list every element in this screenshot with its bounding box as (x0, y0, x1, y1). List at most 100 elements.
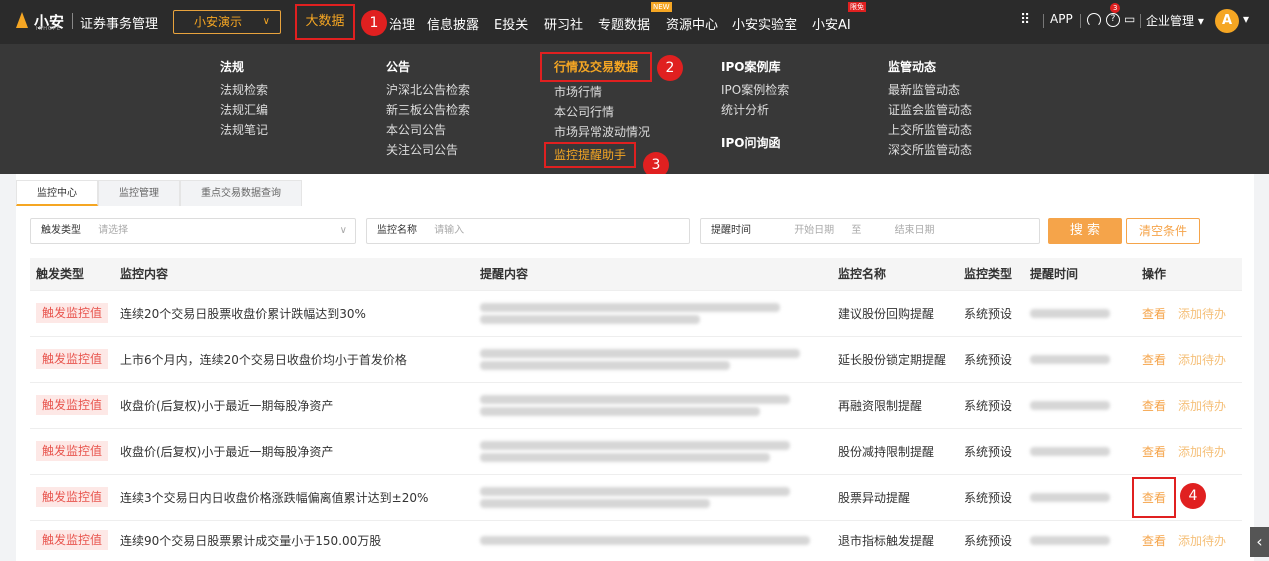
add-todo-link[interactable]: 添加待办 (1178, 534, 1226, 548)
logo-mark-icon (14, 10, 30, 32)
table-row: 触发监控值 连续90个交易日股票累计成交量小于150.00万股 退市指标触发提醒… (30, 519, 1242, 560)
monitor-type: 系统预设 (958, 381, 1024, 428)
search-button[interactable]: 搜 索 (1048, 218, 1122, 244)
start-date-input[interactable]: 开始日期 (794, 225, 834, 236)
column-header: 提醒内容 (474, 258, 832, 290)
view-link[interactable]: 查看 (1142, 445, 1166, 459)
nav-item-resource-center[interactable]: 资源中心 (666, 14, 718, 33)
trigger-tag: 触发监控值 (36, 530, 109, 551)
monitor-name-input[interactable]: 监控名称 请输入 (366, 218, 690, 244)
remind-time-blurred (1024, 381, 1136, 428)
field-label: 触发类型 (41, 225, 81, 236)
view-link[interactable]: 查看 (1142, 307, 1166, 321)
chevron-down-icon: ∨ (339, 225, 347, 236)
menu-link-monitor-assistant[interactable]: 监控提醒助手 (544, 142, 636, 168)
logo-subtext: INHOPE (36, 26, 62, 32)
add-todo-link[interactable]: 添加待办 (1178, 445, 1226, 459)
nav-item-investor-relations[interactable]: E投关 (494, 14, 528, 33)
trigger-tag: 触发监控值 (36, 395, 109, 415)
top-bar: 小安 INHOPE 证券事务管理 小安演示 ∨ 大数据 1 治理 信息披露 E投… (0, 0, 1269, 44)
nav-item-disclosure[interactable]: 信息披露 (427, 14, 479, 33)
avatar[interactable]: A (1215, 9, 1239, 33)
view-link[interactable]: 查看 (1142, 534, 1166, 548)
menu-column-ipo: IPO案例库 IPO案例检索 统计分析 IPO问询函 (721, 54, 789, 156)
step-marker-4: 4 (1180, 483, 1207, 509)
remind-content-blurred (474, 381, 832, 428)
new-badge: NEW (651, 2, 672, 12)
divider (1080, 14, 1081, 28)
main-content: 监控中心 监控管理 重点交易数据查询 触发类型 请选择 ∨ 监控名称 请输入 提… (16, 174, 1254, 561)
nav-item-big-data[interactable]: 大数据 (295, 4, 355, 40)
divider (72, 13, 73, 29)
menu-link[interactable]: 上交所监管动态 (888, 120, 972, 140)
view-link[interactable]: 查看 (1142, 353, 1166, 367)
add-todo-link[interactable]: 添加待办 (1178, 353, 1226, 367)
app-link[interactable]: APP (1050, 12, 1073, 26)
column-header: 监控内容 (114, 258, 474, 290)
menu-link[interactable]: 沪深北公告检索 (386, 80, 470, 100)
monitor-type: 系统预设 (958, 289, 1024, 336)
remind-time-range[interactable]: 提醒时间 开始日期 至 结束日期 (700, 218, 1040, 244)
column-header: 监控名称 (832, 258, 958, 290)
monitor-name: 延长股份锁定期提醒 (832, 335, 958, 382)
menu-link[interactable]: 市场异常波动情况 (554, 122, 652, 142)
table-row: 触发监控值 上市6个月内，连续20个交易日收盘价均小于首发价格 延长股份锁定期提… (30, 335, 1242, 382)
end-date-input[interactable]: 结束日期 (895, 225, 935, 236)
nav-item-lab[interactable]: 小安实验室 (732, 14, 797, 33)
menu-link[interactable]: 本公司公告 (386, 120, 470, 140)
menu-column-regulatory-news: 监管动态 最新监管动态 证监会监管动态 上交所监管动态 深交所监管动态 (888, 54, 972, 160)
monitor-type: 系统预设 (958, 473, 1024, 520)
monitor-name: 再融资限制提醒 (832, 381, 958, 428)
menu-link[interactable]: 统计分析 (721, 100, 789, 120)
tab-monitor-management[interactable]: 监控管理 (98, 180, 180, 206)
message-icon[interactable]: ▭ (1124, 12, 1135, 26)
nav-item-governance[interactable]: 治理 (389, 14, 415, 33)
avatar-chevron-icon[interactable]: ▾ (1243, 12, 1249, 26)
menu-link[interactable]: 最新监管动态 (888, 80, 972, 100)
remind-content-blurred (474, 427, 832, 474)
headset-icon[interactable] (1087, 13, 1101, 27)
menu-link[interactable]: IPO案例检索 (721, 80, 789, 100)
menu-link[interactable]: 深交所监管动态 (888, 140, 972, 160)
step-marker-1: 1 (361, 10, 387, 36)
menu-link[interactable]: 法规检索 (220, 80, 268, 100)
menu-heading: 监管动态 (888, 60, 937, 74)
remind-content-blurred (474, 473, 832, 520)
divider (1140, 14, 1141, 28)
menu-link[interactable]: 证监会监管动态 (888, 100, 972, 120)
system-title: 证券事务管理 (80, 17, 159, 32)
clear-filters-button[interactable]: 清空条件 (1126, 218, 1200, 244)
nav-item-study[interactable]: 研习社 (544, 14, 583, 33)
view-link-highlighted[interactable]: 查看 (1132, 476, 1177, 518)
menu-link[interactable]: 法规笔记 (220, 120, 268, 140)
help-icon[interactable]: ? (1106, 13, 1120, 27)
trigger-type-select[interactable]: 触发类型 请选择 ∨ (30, 218, 356, 244)
tenant-select[interactable]: 小安演示 ∨ (173, 10, 281, 34)
table-row: 触发监控值 收盘价(后复权)小于最近一期每股净资产 再融资限制提醒 系统预设 查… (30, 381, 1242, 428)
placeholder: 请选择 (98, 225, 129, 236)
tab-monitor-center[interactable]: 监控中心 (16, 180, 98, 206)
menu-heading: 法规 (220, 60, 245, 74)
menu-link[interactable]: 市场行情 (554, 82, 652, 102)
menu-link[interactable]: 本公司行情 (554, 102, 652, 122)
menu-link[interactable]: 关注公司公告 (386, 140, 470, 160)
add-todo-link[interactable]: 添加待办 (1178, 399, 1226, 413)
view-link[interactable]: 查看 (1142, 399, 1166, 413)
nav-item-topic-data[interactable]: 专题数据 (598, 14, 650, 33)
nav-item-ai[interactable]: 小安AI (812, 14, 851, 33)
menu-column-regulations: 法规 法规检索 法规汇编 法规笔记 (220, 54, 268, 140)
mega-menu: 法规 法规检索 法规汇编 法规笔记 公告 沪深北公告检索 新三板公告检索 本公司… (0, 44, 1269, 178)
tab-bar: 监控中心 监控管理 重点交易数据查询 (16, 180, 302, 206)
menu-link[interactable]: 新三板公告检索 (386, 100, 470, 120)
enterprise-menu[interactable]: 企业管理 ▾ (1146, 12, 1204, 29)
chevron-left-icon[interactable]: ‹ (1250, 527, 1269, 557)
tab-key-trade-query[interactable]: 重点交易数据查询 (180, 180, 302, 206)
add-todo-link[interactable]: 添加待办 (1178, 307, 1226, 321)
grid-icon[interactable]: ⠿ (1020, 12, 1030, 28)
menu-heading: IPO案例库 (721, 60, 781, 74)
remind-time-blurred (1024, 289, 1136, 336)
notification-count-badge: 3 (1110, 3, 1121, 13)
chevron-down-icon: ∨ (262, 16, 270, 27)
menu-link[interactable]: 法规汇编 (220, 100, 268, 120)
tenant-value: 小安演示 (194, 15, 243, 29)
